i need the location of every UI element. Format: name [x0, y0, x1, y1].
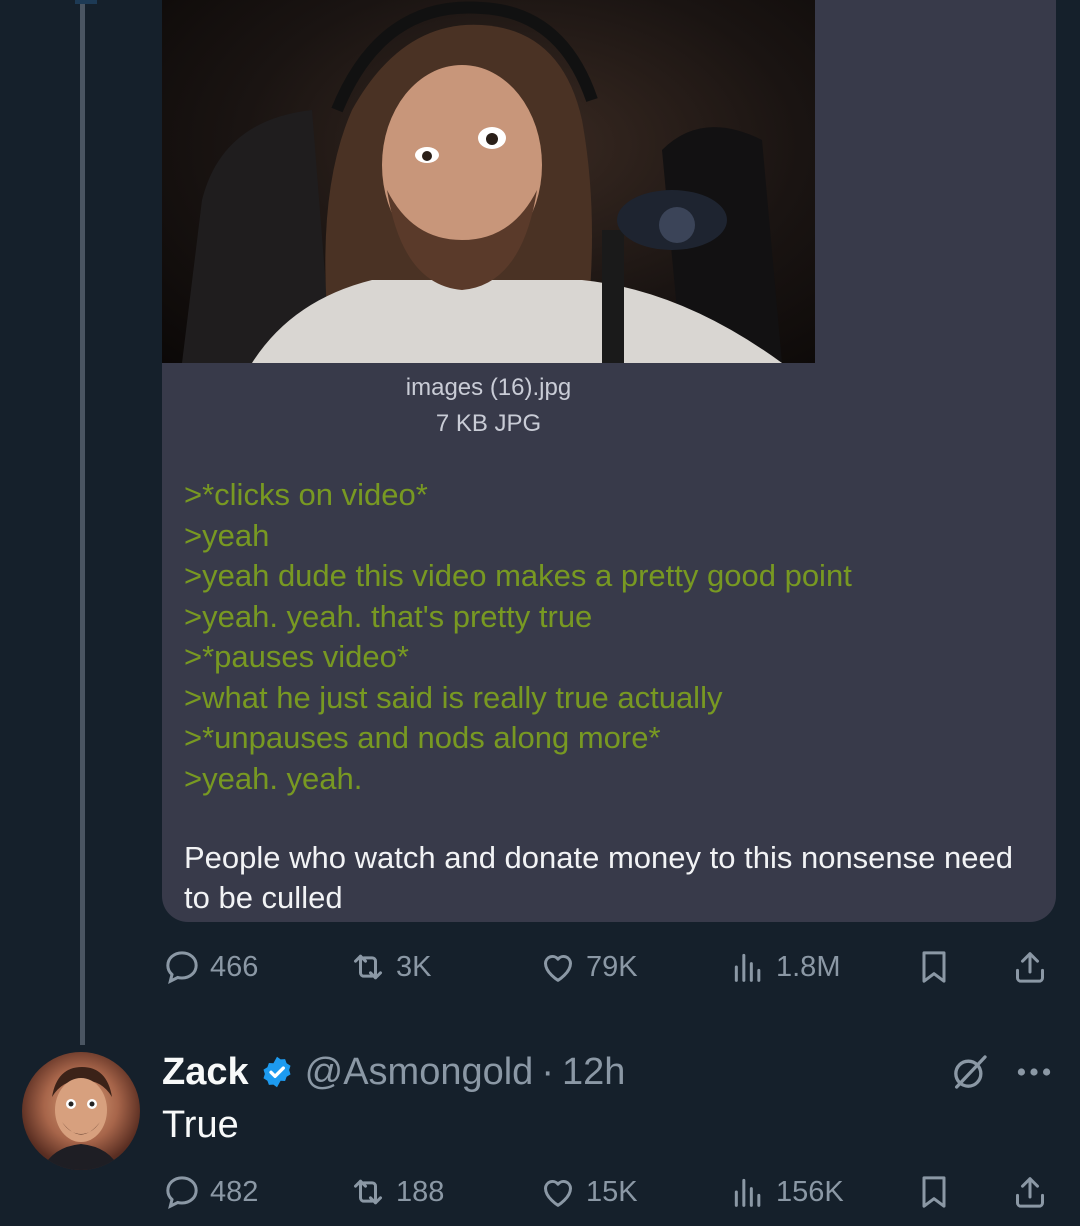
repost-icon [354, 1179, 382, 1205]
bookmark-button[interactable] [914, 1170, 954, 1214]
view-count: 1.8M [776, 950, 841, 983]
reply-action-bar: 482 188 15K 156K [162, 1170, 1062, 1214]
reply-button[interactable]: 466 [162, 945, 258, 989]
like-button[interactable]: 79K [538, 945, 638, 989]
greentext-line: >yeah dude this video makes a pretty goo… [184, 558, 852, 593]
post-card[interactable]: images (16).jpg 7 KB JPG >*clicks on vid… [162, 0, 1056, 922]
reply-header: Zack @Asmongold · 12h [162, 1050, 625, 1094]
views-chart-icon [734, 1178, 761, 1207]
greentext-line: >yeah. yeah. that's pretty true [184, 598, 593, 634]
bookmark-icon [922, 1176, 946, 1208]
views-button[interactable]: 156K [728, 1170, 844, 1214]
reply-text: True [162, 1104, 239, 1146]
reply-icon [166, 1176, 198, 1209]
reply-count: 482 [210, 1175, 259, 1208]
views-button[interactable]: 1.8M [728, 945, 840, 989]
thread-connector-cap [75, 0, 97, 4]
like-button[interactable]: 15K [538, 1170, 638, 1214]
repost-count: 3K [396, 950, 432, 983]
greentext-line: >yeah [184, 517, 270, 553]
greentext-line: >*pauses video* [184, 639, 409, 674]
greentext-line: >what he just said is really true actual… [184, 679, 723, 715]
greentext-block: >*clicks on video* >yeah >yeah dude this… [184, 475, 852, 799]
attached-image-illustration [182, 1, 782, 363]
like-count: 79K [586, 950, 638, 983]
reply-count: 466 [210, 950, 259, 983]
share-icon [1016, 1177, 1044, 1208]
separator-dot: · [541, 1050, 554, 1093]
verified-badge-icon [263, 1056, 291, 1088]
user-handle[interactable]: @Asmongold [305, 1051, 534, 1094]
thread-connector-line [80, 0, 85, 1045]
timestamp[interactable]: 12h [562, 1051, 625, 1094]
greentext-line: >*unpauses and nods along more* [184, 720, 661, 755]
like-count: 15K [586, 1175, 638, 1208]
avatar[interactable] [22, 1052, 140, 1170]
post-caption: People who watch and donate money to thi… [184, 840, 1013, 915]
reply-button[interactable]: 482 [162, 1170, 258, 1214]
repost-icon [354, 954, 382, 980]
file-name: images (16).jpg [405, 374, 572, 401]
display-name[interactable]: Zack [162, 1051, 249, 1094]
greentext-line: >yeah. yeah. [184, 760, 363, 796]
file-size: 7 KB JPG [435, 410, 542, 437]
repost-button[interactable]: 188 [348, 1170, 444, 1214]
bookmark-button[interactable] [914, 945, 954, 989]
heart-icon [544, 955, 572, 982]
greentext-line: >*clicks on video* [184, 477, 428, 512]
reply-icon [166, 951, 198, 984]
bookmark-icon [922, 951, 946, 983]
heart-icon [544, 1180, 572, 1207]
share-icon [1016, 952, 1044, 983]
view-count: 156K [776, 1175, 844, 1208]
share-button[interactable] [1010, 1170, 1050, 1214]
post-action-bar: 466 3K 79K 1.8M [162, 945, 1062, 989]
repost-count: 188 [396, 1175, 445, 1208]
repost-button[interactable]: 3K [348, 945, 431, 989]
more-options-icon[interactable] [1012, 1054, 1056, 1090]
grok-icon[interactable] [950, 1052, 990, 1092]
attached-image[interactable] [162, 0, 815, 363]
share-button[interactable] [1010, 945, 1050, 989]
views-chart-icon [734, 953, 761, 982]
avatar-illustration [42, 1067, 120, 1170]
